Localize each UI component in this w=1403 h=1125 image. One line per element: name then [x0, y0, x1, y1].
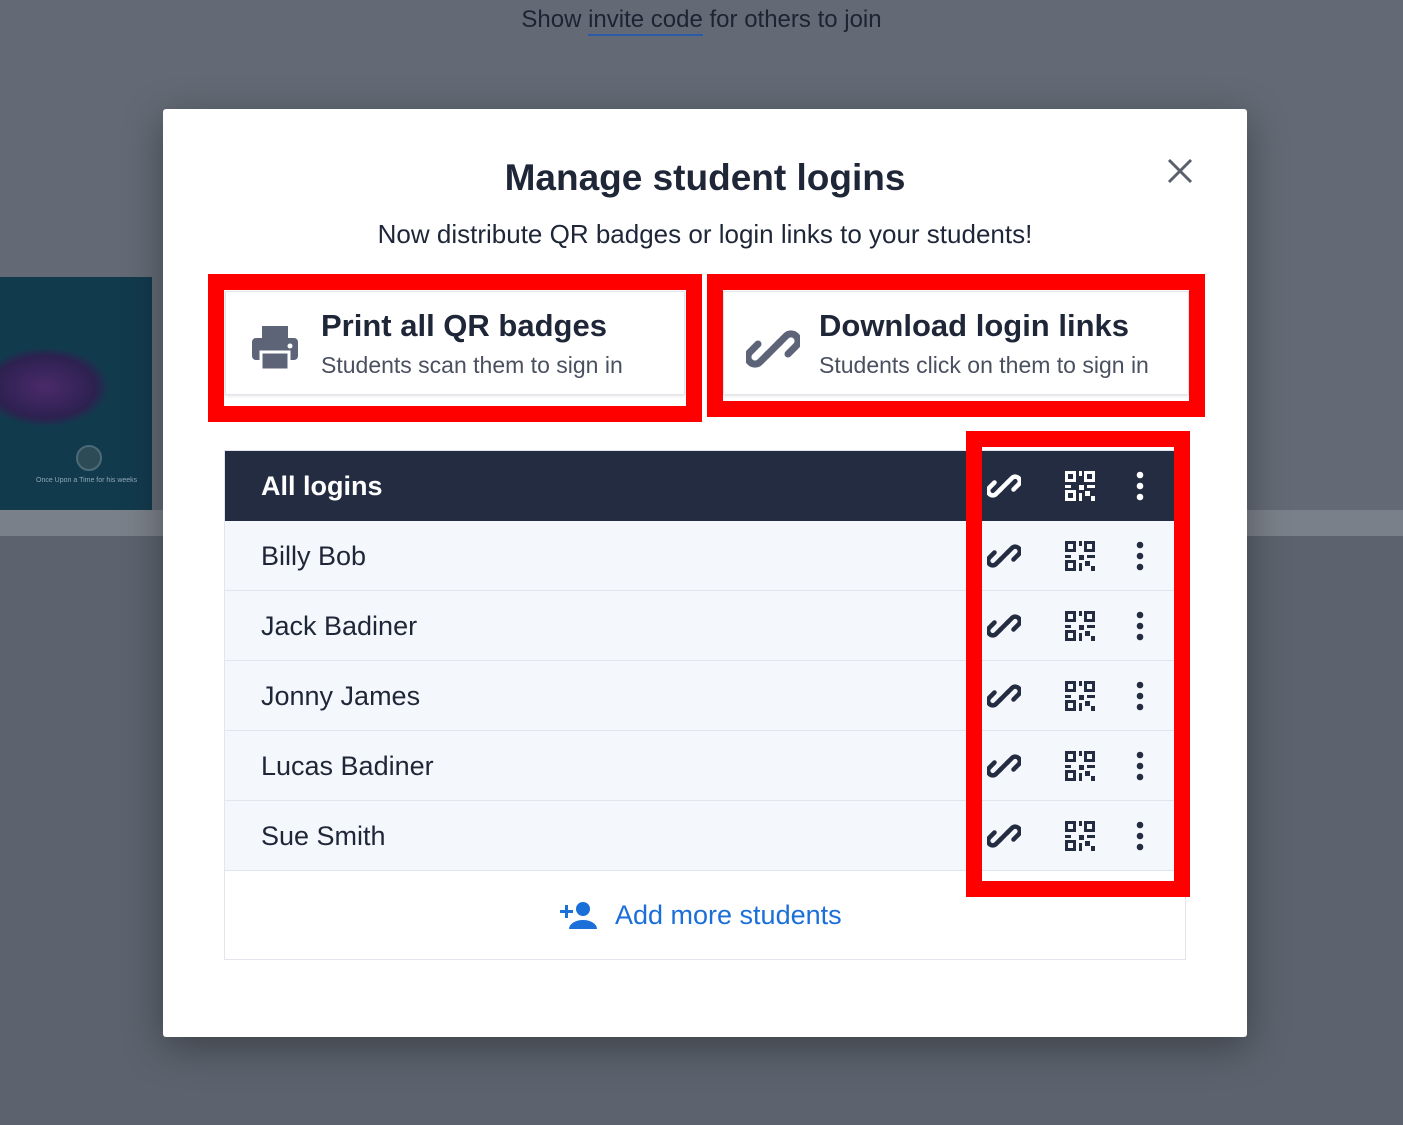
print-card-subtitle: Students scan them to sign in	[321, 352, 623, 378]
more-vertical-icon	[1136, 681, 1144, 711]
qr-code-icon	[1065, 471, 1095, 501]
printer-icon	[252, 326, 298, 372]
student-qr-button[interactable]	[1061, 747, 1099, 785]
student-more-button[interactable]	[1121, 677, 1159, 715]
more-vertical-icon	[1136, 611, 1144, 641]
close-button[interactable]	[1163, 154, 1197, 188]
all-logins-label: All logins	[261, 471, 383, 501]
invite-prompt-suffix: for others to join	[709, 6, 882, 33]
turtle-illustration	[0, 347, 110, 427]
student-actions	[985, 591, 1187, 661]
student-more-button[interactable]	[1121, 537, 1159, 575]
manage-logins-modal: Manage student logins Now distribute QR …	[163, 109, 1247, 1037]
student-name: Jack Badiner	[261, 611, 418, 641]
link-icon	[746, 330, 800, 368]
add-students-row: Add more students	[225, 871, 1185, 959]
qr-code-icon	[1065, 681, 1095, 711]
student-row: Jack Badiner	[225, 591, 1185, 661]
more-vertical-icon	[1136, 821, 1144, 851]
invite-code-prompt: Show invite code for others to join	[0, 6, 1403, 36]
student-rows: Billy Bob Jack Badiner Jonny James Lucas…	[225, 521, 1185, 871]
student-row: Billy Bob	[225, 521, 1185, 591]
download-login-links-button[interactable]: Download login links Students click on t…	[723, 291, 1189, 395]
student-row: Jonny James	[225, 661, 1185, 731]
student-link-button[interactable]	[985, 747, 1023, 785]
student-name: Billy Bob	[261, 541, 367, 571]
add-more-students-label: Add more students	[615, 899, 842, 930]
qr-code-icon	[1065, 821, 1095, 851]
student-qr-button[interactable]	[1061, 817, 1099, 855]
qr-code-icon	[1065, 751, 1095, 781]
close-icon	[1167, 158, 1193, 184]
qr-code-icon	[1065, 541, 1095, 571]
student-more-button[interactable]	[1121, 817, 1159, 855]
print-qr-badges-button[interactable]: Print all QR badges Students scan them t…	[225, 291, 685, 395]
student-qr-button[interactable]	[1061, 607, 1099, 645]
student-name: Sue Smith	[261, 821, 386, 851]
invite-prompt-prefix: Show	[521, 6, 582, 33]
student-qr-button[interactable]	[1061, 537, 1099, 575]
student-name: Jonny James	[261, 681, 421, 711]
header-actions	[985, 451, 1187, 521]
all-logins-link-button[interactable]	[985, 467, 1023, 505]
more-vertical-icon	[1136, 471, 1144, 501]
student-actions	[985, 521, 1187, 591]
download-card-subtitle: Students click on them to sign in	[819, 352, 1149, 378]
student-more-button[interactable]	[1121, 607, 1159, 645]
link-icon	[987, 474, 1021, 498]
story-thumbnail: Once Upon a Time for his weeks	[0, 277, 152, 510]
student-actions	[985, 661, 1187, 731]
student-row: Lucas Badiner	[225, 731, 1185, 801]
modal-title: Manage student logins	[504, 157, 906, 198]
link-icon	[987, 544, 1021, 568]
all-logins-more-button[interactable]	[1121, 467, 1159, 505]
student-more-button[interactable]	[1121, 747, 1159, 785]
student-link-button[interactable]	[985, 677, 1023, 715]
download-card-title: Download login links	[819, 308, 1129, 343]
link-icon	[987, 824, 1021, 848]
modal-subtitle: Now distribute QR badges or login links …	[377, 219, 1033, 249]
qr-code-icon	[1065, 611, 1095, 641]
student-link-button[interactable]	[985, 817, 1023, 855]
student-actions	[985, 801, 1187, 871]
student-link-button[interactable]	[985, 537, 1023, 575]
more-vertical-icon	[1136, 751, 1144, 781]
student-qr-button[interactable]	[1061, 677, 1099, 715]
speaker-icon	[76, 445, 102, 471]
link-icon	[987, 754, 1021, 778]
add-more-students-button[interactable]: Add more students	[559, 893, 842, 937]
all-logins-header-row: All logins	[225, 451, 1185, 521]
add-person-icon	[560, 902, 597, 929]
student-row: Sue Smith	[225, 801, 1185, 871]
logins-table: All logins Billy Bob Jack Badiner Jonny …	[224, 450, 1186, 960]
link-icon	[987, 614, 1021, 638]
student-name: Lucas Badiner	[261, 751, 434, 781]
student-actions	[985, 731, 1187, 801]
link-icon	[987, 684, 1021, 708]
invite-code-link[interactable]: invite code	[588, 6, 703, 36]
student-link-button[interactable]	[985, 607, 1023, 645]
more-vertical-icon	[1136, 541, 1144, 571]
thumbnail-caption: Once Upon a Time for his weeks	[36, 477, 138, 484]
all-logins-qr-button[interactable]	[1061, 467, 1099, 505]
print-card-title: Print all QR badges	[321, 308, 607, 343]
